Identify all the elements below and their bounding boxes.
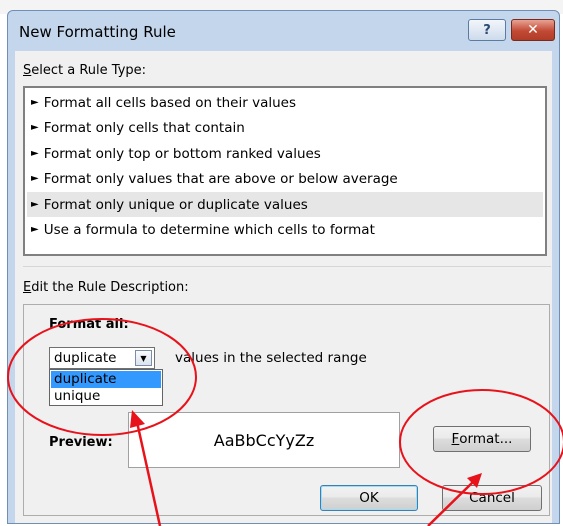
ok-button[interactable]: OK <box>320 485 418 511</box>
select-value: duplicate <box>54 350 117 366</box>
rule-type-item-selected[interactable]: ► Format only unique or duplicate values <box>27 192 543 217</box>
option-duplicate[interactable]: duplicate <box>51 371 161 388</box>
rule-type-item[interactable]: ► Format only cells that contain <box>27 115 543 140</box>
duplicate-unique-select[interactable]: duplicate ▼ <box>49 347 155 369</box>
arrow-icon: ► <box>31 224 39 235</box>
edit-rule-description-label: Edit the Rule Description: <box>23 280 189 295</box>
section-divider <box>23 266 551 267</box>
arrow-icon: ► <box>31 148 39 159</box>
dialog-client-area: Select a Rule Type: ► Format all cells ba… <box>15 51 552 523</box>
cancel-button[interactable]: Cancel <box>442 485 542 511</box>
select-dropdown-list: duplicate unique <box>49 369 163 406</box>
arrow-icon: ► <box>31 173 39 184</box>
rule-type-item[interactable]: ► Format only top or bottom ranked values <box>27 141 543 166</box>
close-button[interactable]: ✕ <box>511 19 555 41</box>
arrow-icon: ► <box>31 97 39 108</box>
format-button[interactable]: Format... <box>433 426 531 452</box>
values-range-text: values in the selected range <box>175 350 367 366</box>
chevron-down-icon[interactable]: ▼ <box>135 350 152 366</box>
help-icon: ? <box>483 22 491 38</box>
preview-sample-text: AaBbCcYyZz <box>213 430 315 450</box>
rule-type-list[interactable]: ► Format all cells based on their values … <box>23 86 547 256</box>
rule-type-item[interactable]: ► Format all cells based on their values <box>27 90 543 115</box>
close-icon: ✕ <box>527 22 539 38</box>
format-all-label: Format all: <box>49 317 129 332</box>
option-unique[interactable]: unique <box>51 388 161 405</box>
help-button[interactable]: ? <box>468 19 506 41</box>
rule-type-item[interactable]: ► Format only values that are above or be… <box>27 166 543 191</box>
dialog-title: New Formatting Rule <box>19 23 176 41</box>
rule-type-item[interactable]: ► Use a formula to determine which cells … <box>27 217 543 242</box>
title-bar: New Formatting Rule ? ✕ <box>8 11 559 51</box>
preview-box: AaBbCcYyZz <box>128 412 400 468</box>
arrow-icon: ► <box>31 199 39 210</box>
new-formatting-rule-dialog: New Formatting Rule ? ✕ Select a Rule Ty… <box>7 10 560 524</box>
select-rule-type-label: Select a Rule Type: <box>23 63 147 78</box>
preview-label: Preview: <box>49 435 113 450</box>
arrow-icon: ► <box>31 122 39 133</box>
